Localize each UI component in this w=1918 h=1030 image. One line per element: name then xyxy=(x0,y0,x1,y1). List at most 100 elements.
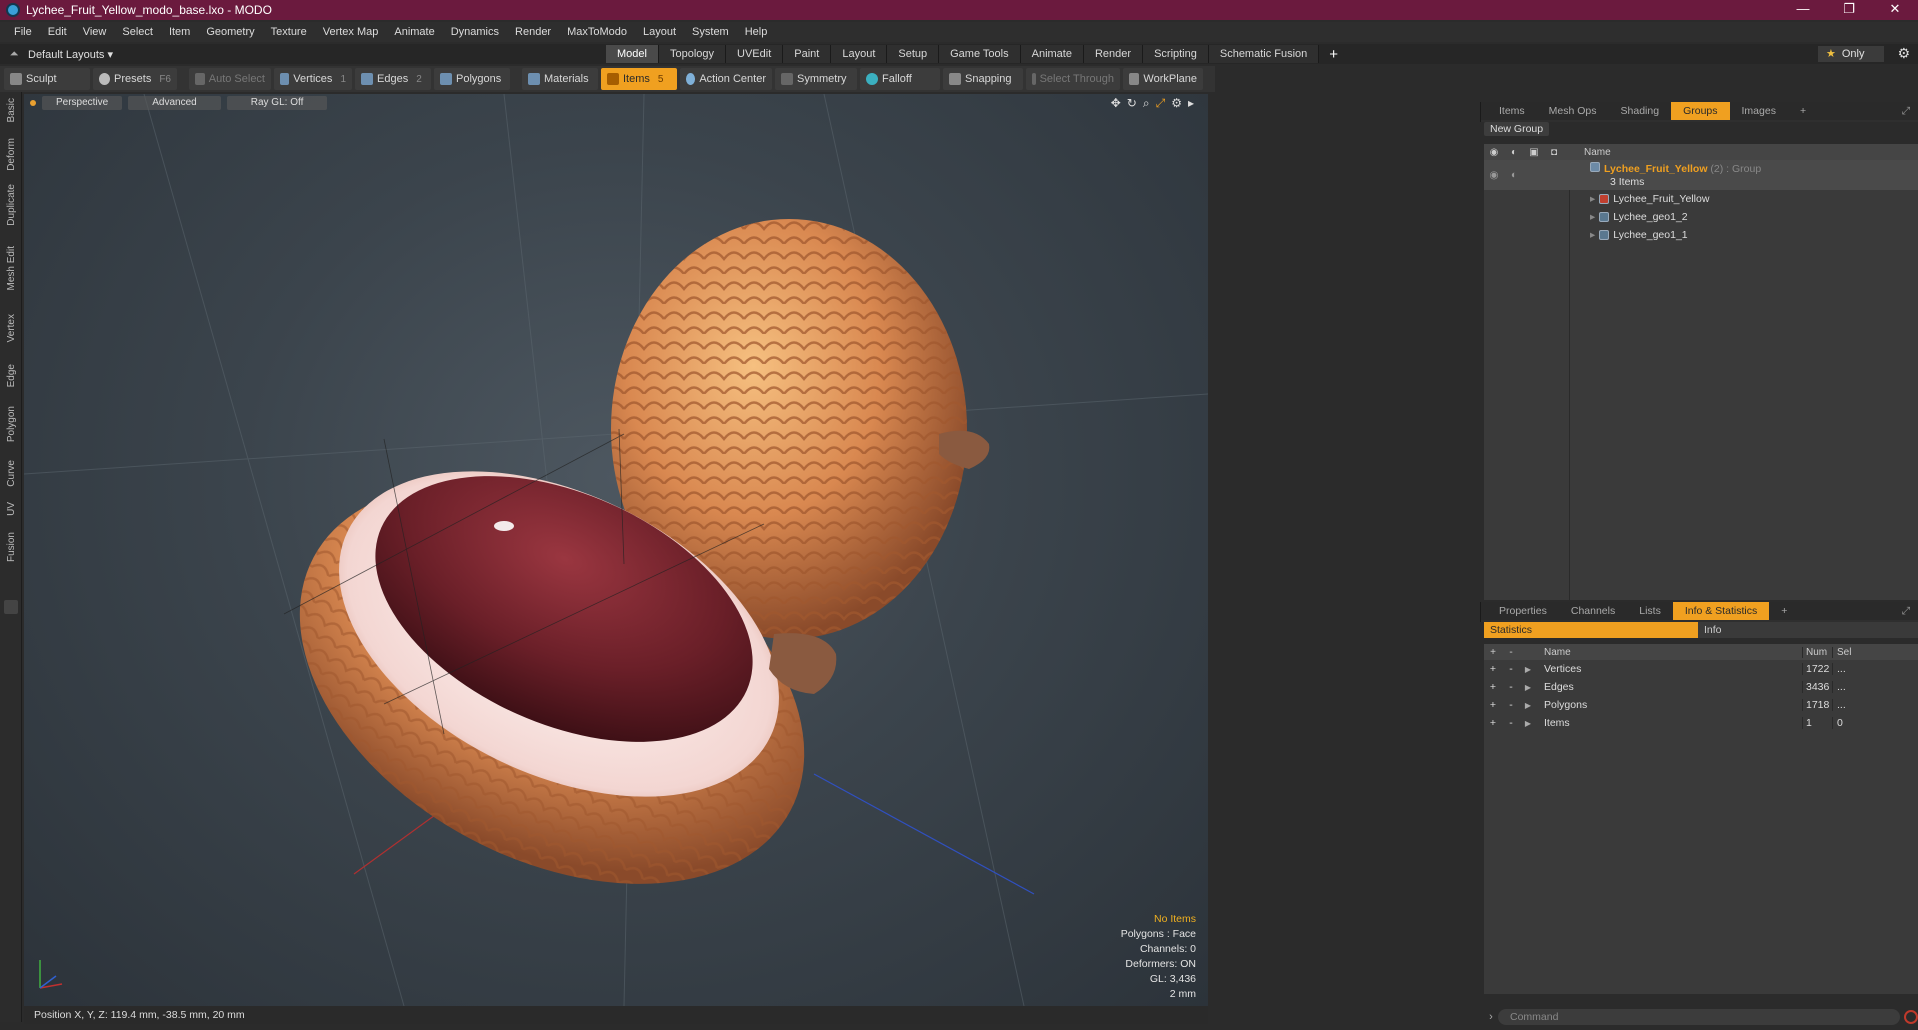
info-tab[interactable]: Info xyxy=(1698,622,1918,638)
add-icon[interactable]: + xyxy=(1484,717,1502,729)
add-panel-tab-icon[interactable]: + xyxy=(1769,602,1799,620)
menu-texture[interactable]: Texture xyxy=(263,26,315,38)
remove-icon[interactable]: - xyxy=(1502,699,1520,711)
layout-collapse-icon[interactable]: ⏶ xyxy=(0,48,28,61)
side-tab-polygon[interactable]: Polygon xyxy=(0,406,22,442)
tree-item[interactable]: ▸ Lychee_geo1_1 xyxy=(1484,226,1918,244)
tab-channels[interactable]: Channels xyxy=(1559,602,1627,620)
tab-model[interactable]: Model xyxy=(606,45,659,63)
zoom-icon[interactable]: ⌕ xyxy=(1143,96,1150,111)
side-tab-uv[interactable]: UV xyxy=(0,502,22,516)
menu-view[interactable]: View xyxy=(75,26,115,38)
tab-render[interactable]: Render xyxy=(1083,45,1144,63)
viewport-expand-icon[interactable]: ▸ xyxy=(1188,96,1194,111)
table-row[interactable]: + - ▶ Edges 3436 ... xyxy=(1484,678,1918,696)
shading-mode-button[interactable]: Advanced xyxy=(128,96,221,110)
viewport-menu-icon[interactable] xyxy=(30,100,36,106)
tab-info-statistics[interactable]: Info & Statistics xyxy=(1672,602,1770,620)
side-tab-edge[interactable]: Edge xyxy=(0,364,22,387)
menu-help[interactable]: Help xyxy=(737,26,776,38)
tab-scripting[interactable]: Scripting xyxy=(1143,45,1209,63)
side-tab-vertex[interactable]: Vertex xyxy=(0,314,22,342)
add-icon[interactable]: + xyxy=(1484,663,1502,675)
symmetry-button[interactable]: Symmetry xyxy=(775,68,857,90)
fit-icon[interactable]: ⤢ xyxy=(1156,96,1166,111)
side-tab-mesh-edit[interactable]: Mesh Edit xyxy=(0,246,22,290)
tree-expand-icon[interactable]: ▸ xyxy=(1590,211,1595,223)
menu-geometry[interactable]: Geometry xyxy=(198,26,262,38)
tree-expand-icon[interactable]: ▸ xyxy=(1590,193,1595,205)
sculpt-button[interactable]: Sculpt xyxy=(4,68,90,90)
tab-lists[interactable]: Lists xyxy=(1627,602,1673,620)
falloff-button[interactable]: Falloff xyxy=(860,68,940,90)
view-type-button[interactable]: Perspective xyxy=(42,96,123,110)
tab-properties[interactable]: Properties xyxy=(1487,602,1559,620)
action-center-button[interactable]: Action Center xyxy=(680,68,772,90)
menu-layout[interactable]: Layout xyxy=(635,26,684,38)
menu-vertex-map[interactable]: Vertex Map xyxy=(315,26,387,38)
3d-viewport[interactable]: Perspective Advanced Ray GL: Off ✥ ↻ ⌕ ⤢… xyxy=(24,94,1208,1006)
layout-selector[interactable]: Default Layouts ▾ xyxy=(28,48,113,61)
side-panel-toggle[interactable] xyxy=(4,600,18,614)
viewport-settings-icon[interactable]: ⚙ xyxy=(1171,96,1182,111)
polygons-button[interactable]: Polygons xyxy=(434,68,510,90)
command-history-icon[interactable]: › xyxy=(1484,1011,1498,1023)
expand-row-icon[interactable]: ▶ xyxy=(1520,701,1536,710)
side-tab-deform[interactable]: Deform xyxy=(0,138,22,171)
maximize-button[interactable]: ❐ xyxy=(1826,0,1872,20)
side-tab-fusion[interactable]: Fusion xyxy=(0,532,22,562)
menu-animate[interactable]: Animate xyxy=(386,26,442,38)
select-icon[interactable]: ◘ xyxy=(1544,147,1564,158)
select-through-button[interactable]: Select Through xyxy=(1026,68,1120,90)
group-visibility-icon[interactable]: ◉ xyxy=(1484,169,1504,181)
rotate-icon[interactable]: ↻ xyxy=(1127,96,1137,111)
tab-animate[interactable]: Animate xyxy=(1020,45,1084,63)
edges-button[interactable]: Edges 2 xyxy=(355,68,431,90)
add-icon[interactable]: + xyxy=(1484,699,1502,711)
new-group-button[interactable]: New Group xyxy=(1484,122,1550,136)
expand-row-icon[interactable]: ▶ xyxy=(1520,683,1536,692)
minimize-button[interactable]: — xyxy=(1780,0,1826,20)
table-row[interactable]: + - ▶ Vertices 1722 ... xyxy=(1484,660,1918,678)
collapse-all-icon[interactable]: - xyxy=(1502,647,1520,658)
materials-button[interactable]: Materials xyxy=(522,68,598,90)
tree-item[interactable]: ▸ Lychee_geo1_2 xyxy=(1484,208,1918,226)
remove-icon[interactable]: - xyxy=(1502,663,1520,675)
snapping-button[interactable]: Snapping xyxy=(943,68,1023,90)
expand-row-icon[interactable]: ▶ xyxy=(1520,719,1536,728)
tab-layout[interactable]: Layout xyxy=(831,45,888,63)
presets-button[interactable]: Presets F6 xyxy=(93,68,177,90)
tab-setup[interactable]: Setup xyxy=(887,45,940,63)
only-toggle[interactable]: ★ Only xyxy=(1818,46,1884,62)
raygl-button[interactable]: Ray GL: Off xyxy=(226,96,328,110)
panel-expand-icon[interactable]: ⤢ xyxy=(1890,602,1918,620)
side-tab-duplicate[interactable]: Duplicate xyxy=(0,184,22,226)
command-input[interactable]: Command xyxy=(1498,1009,1900,1025)
render-icon[interactable]: ◐ xyxy=(1504,147,1524,158)
tab-game-tools[interactable]: Game Tools xyxy=(939,45,1021,63)
tab-uvedit[interactable]: UVEdit xyxy=(726,45,784,63)
remove-icon[interactable]: - xyxy=(1502,681,1520,693)
side-tab-curve[interactable]: Curve xyxy=(0,460,22,487)
vertices-button[interactable]: Vertices 1 xyxy=(274,68,352,90)
workplane-button[interactable]: WorkPlane xyxy=(1123,68,1203,90)
items-button[interactable]: Items 5 xyxy=(601,68,677,90)
tab-paint[interactable]: Paint xyxy=(783,45,832,63)
table-row[interactable]: + - ▶ Items 1 0 xyxy=(1484,714,1918,732)
expand-all-icon[interactable]: + xyxy=(1484,647,1502,658)
visibility-icon[interactable]: ◉ xyxy=(1484,147,1504,158)
tab-topology[interactable]: Topology xyxy=(658,45,727,63)
close-button[interactable]: ✕ xyxy=(1872,0,1918,20)
add-tab-icon[interactable]: + xyxy=(1329,46,1338,63)
menu-item[interactable]: Item xyxy=(161,26,198,38)
menu-file[interactable]: File xyxy=(6,26,40,38)
menu-edit[interactable]: Edit xyxy=(40,26,75,38)
menu-system[interactable]: System xyxy=(684,26,737,38)
side-tab-basic[interactable]: Basic xyxy=(0,98,22,122)
group-render-icon[interactable]: ◐ xyxy=(1504,169,1524,181)
menu-maxtomodo[interactable]: MaxToModo xyxy=(559,26,635,38)
table-row[interactable]: + - ▶ Polygons 1718 ... xyxy=(1484,696,1918,714)
tree-expand-icon[interactable]: ▸ xyxy=(1590,229,1595,241)
group-row[interactable]: ◉ ◐ Lychee_Fruit_Yellow (2) : Group 3 It… xyxy=(1484,160,1918,190)
record-macro-icon[interactable] xyxy=(1904,1010,1918,1024)
